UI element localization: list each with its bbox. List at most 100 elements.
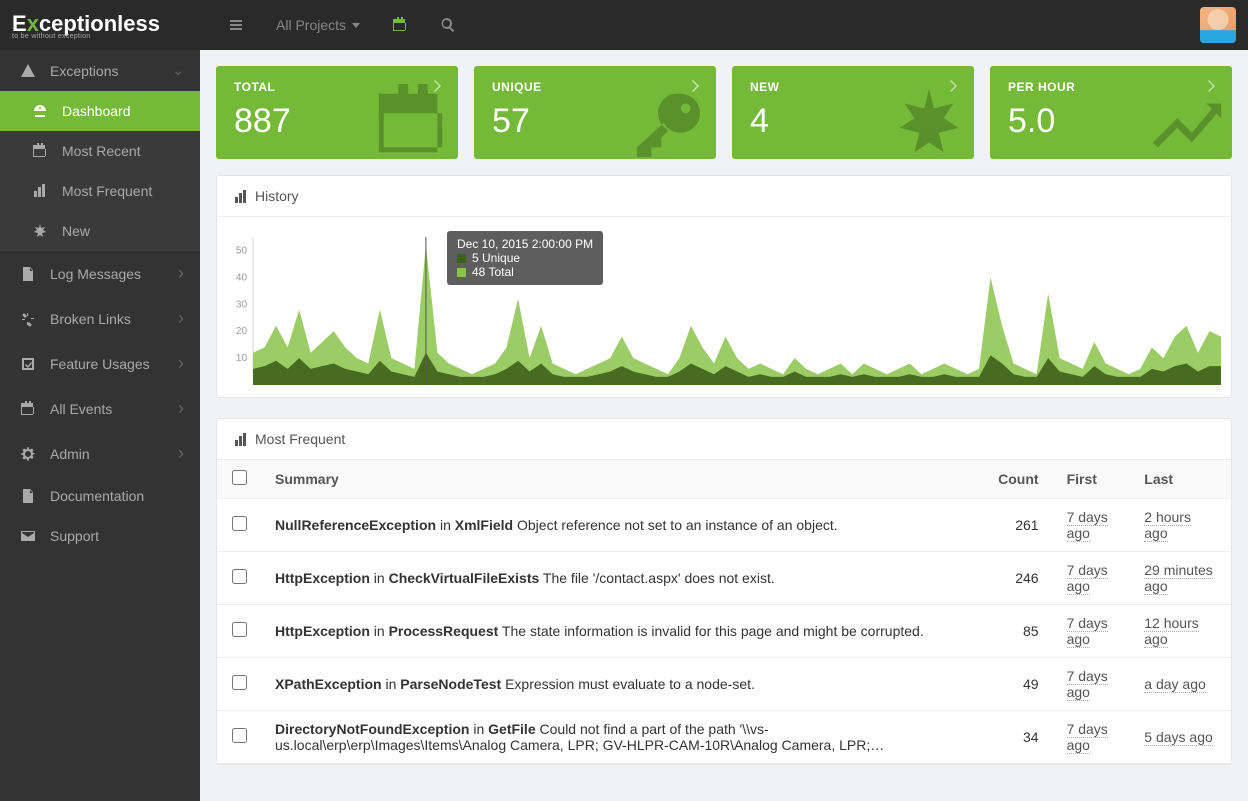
- most-frequent-title: Most Frequent: [255, 431, 345, 447]
- row-summary: HttpException in ProcessRequest The stat…: [261, 605, 963, 658]
- file-icon: [16, 266, 40, 282]
- row-last: a day ago: [1130, 658, 1231, 711]
- row-count: 34: [963, 711, 1053, 764]
- table-row[interactable]: XPathException in ParseNodeTest Expressi…: [217, 658, 1231, 711]
- row-checkbox[interactable]: [232, 516, 247, 531]
- swatch-unique-icon: [457, 254, 466, 263]
- svg-text:50: 50: [236, 245, 248, 256]
- sidebar-subitem-most-frequent[interactable]: Most Frequent: [0, 171, 200, 211]
- svg-text:10: 10: [236, 353, 248, 364]
- stat-unique[interactable]: UNIQUE 57: [474, 66, 716, 159]
- row-count: 49: [963, 658, 1053, 711]
- row-last: 29 minutes ago: [1130, 552, 1231, 605]
- table-row[interactable]: NullReferenceException in XmlField Objec…: [217, 499, 1231, 552]
- tooltip-timestamp: Dec 10, 2015 2:00:00 PM: [457, 237, 593, 251]
- chevron-right-icon: [178, 308, 184, 329]
- sidebar-item-label: Log Messages: [50, 266, 141, 282]
- tooltip-unique: 5 Unique: [472, 251, 520, 265]
- stat-cards: TOTAL 887 UNIQUE 57 NEW 4 PER HOUR 5.0: [216, 66, 1232, 159]
- history-chart[interactable]: 1020304050 Dec 10, 2015 2:00:00 PM 5 Uni…: [217, 217, 1231, 397]
- sidebar-item-label: Feature Usages: [50, 356, 150, 372]
- most-frequent-table: Summary Count First Last NullReferenceEx…: [217, 460, 1231, 764]
- row-last: 2 hours ago: [1130, 499, 1231, 552]
- calendar-icon: [16, 401, 40, 417]
- row-first: 7 days ago: [1053, 552, 1131, 605]
- calendar-icon[interactable]: [376, 0, 424, 50]
- sidebar-item-label: Support: [50, 528, 99, 544]
- svg-text:40: 40: [236, 272, 248, 283]
- col-last[interactable]: Last: [1130, 460, 1231, 499]
- chevron-down-icon: [172, 62, 184, 79]
- row-last: 12 hours ago: [1130, 605, 1231, 658]
- gauge-icon: [28, 103, 52, 119]
- project-selector[interactable]: All Projects: [260, 0, 376, 50]
- logo[interactable]: Exceptionless to be without exception: [12, 11, 212, 40]
- sidebar-item-support[interactable]: Support: [0, 516, 200, 556]
- row-count: 85: [963, 605, 1053, 658]
- envelope-icon: [16, 528, 40, 544]
- toggle-sidebar[interactable]: [212, 0, 260, 50]
- calendar-icon: [374, 84, 452, 159]
- col-summary[interactable]: Summary: [261, 460, 963, 499]
- project-selector-label: All Projects: [276, 17, 346, 33]
- key-icon: [632, 84, 710, 159]
- history-panel: History 1020304050 Dec 10, 2015 2:00:00 …: [216, 175, 1232, 398]
- unlink-icon: [16, 311, 40, 327]
- table-row[interactable]: HttpException in ProcessRequest The stat…: [217, 605, 1231, 658]
- sidebar-item-all-events[interactable]: All Events: [0, 386, 200, 431]
- chart-tooltip: Dec 10, 2015 2:00:00 PM 5 Unique 48 Tota…: [447, 231, 603, 285]
- sidebar-item-admin[interactable]: Admin: [0, 431, 200, 476]
- stat-total[interactable]: TOTAL 887: [216, 66, 458, 159]
- file-icon: [16, 488, 40, 504]
- chevron-right-icon: [178, 398, 184, 419]
- col-count[interactable]: Count: [963, 460, 1053, 499]
- row-checkbox[interactable]: [232, 569, 247, 584]
- avatar[interactable]: [1200, 7, 1236, 43]
- sidebar-item-label: Exceptions: [50, 63, 118, 79]
- select-all-checkbox[interactable]: [232, 470, 247, 485]
- svg-text:20: 20: [236, 326, 248, 337]
- table-row[interactable]: DirectoryNotFoundException in GetFile Co…: [217, 711, 1231, 764]
- check-square-icon: [16, 356, 40, 372]
- row-summary: NullReferenceException in XmlField Objec…: [261, 499, 963, 552]
- sidebar-item-exceptions[interactable]: Exceptions: [0, 50, 200, 91]
- row-checkbox[interactable]: [232, 728, 247, 743]
- warning-triangle-icon: [16, 63, 40, 79]
- select-all-col: [217, 460, 261, 499]
- stat-perhour[interactable]: PER HOUR 5.0: [990, 66, 1232, 159]
- history-header: History: [217, 176, 1231, 217]
- row-count: 261: [963, 499, 1053, 552]
- most-frequent-header: Most Frequent: [217, 419, 1231, 460]
- stat-new[interactable]: NEW 4: [732, 66, 974, 159]
- sidebar-item-label: Broken Links: [50, 311, 131, 327]
- search-icon[interactable]: [424, 0, 472, 50]
- row-first: 7 days ago: [1053, 605, 1131, 658]
- sidebar: Exceptions DashboardMost RecentMost Frequ…: [0, 50, 200, 801]
- chevron-right-icon: [178, 263, 184, 284]
- chevron-right-icon: [178, 353, 184, 374]
- sidebar-item-documentation[interactable]: Documentation: [0, 476, 200, 516]
- row-checkbox[interactable]: [232, 675, 247, 690]
- asterisk-icon: [28, 223, 52, 239]
- row-first: 7 days ago: [1053, 499, 1131, 552]
- row-summary: XPathException in ParseNodeTest Expressi…: [261, 658, 963, 711]
- table-row[interactable]: HttpException in CheckVirtualFileExists …: [217, 552, 1231, 605]
- sidebar-subitem-new[interactable]: New: [0, 211, 200, 251]
- sidebar-item-feature-usages[interactable]: Feature Usages: [0, 341, 200, 386]
- most-frequent-panel: Most Frequent Summary Count First Last N…: [216, 418, 1232, 765]
- topbar: Exceptionless to be without exception Al…: [0, 0, 1248, 50]
- bar-chart-icon: [28, 183, 52, 199]
- sidebar-item-label: Admin: [50, 446, 90, 462]
- trend-icon: [1148, 84, 1226, 159]
- sidebar-item-log-messages[interactable]: Log Messages: [0, 251, 200, 296]
- row-checkbox[interactable]: [232, 622, 247, 637]
- sidebar-item-broken-links[interactable]: Broken Links: [0, 296, 200, 341]
- bar-chart-icon: [233, 189, 247, 203]
- col-first[interactable]: First: [1053, 460, 1131, 499]
- main: TOTAL 887 UNIQUE 57 NEW 4 PER HOUR 5.0 H…: [200, 50, 1248, 801]
- asterisk-icon: [890, 84, 968, 159]
- row-last: 5 days ago: [1130, 711, 1231, 764]
- calendar-icon: [28, 143, 52, 159]
- sidebar-subitem-most-recent[interactable]: Most Recent: [0, 131, 200, 171]
- sidebar-subitem-dashboard[interactable]: Dashboard: [0, 91, 200, 131]
